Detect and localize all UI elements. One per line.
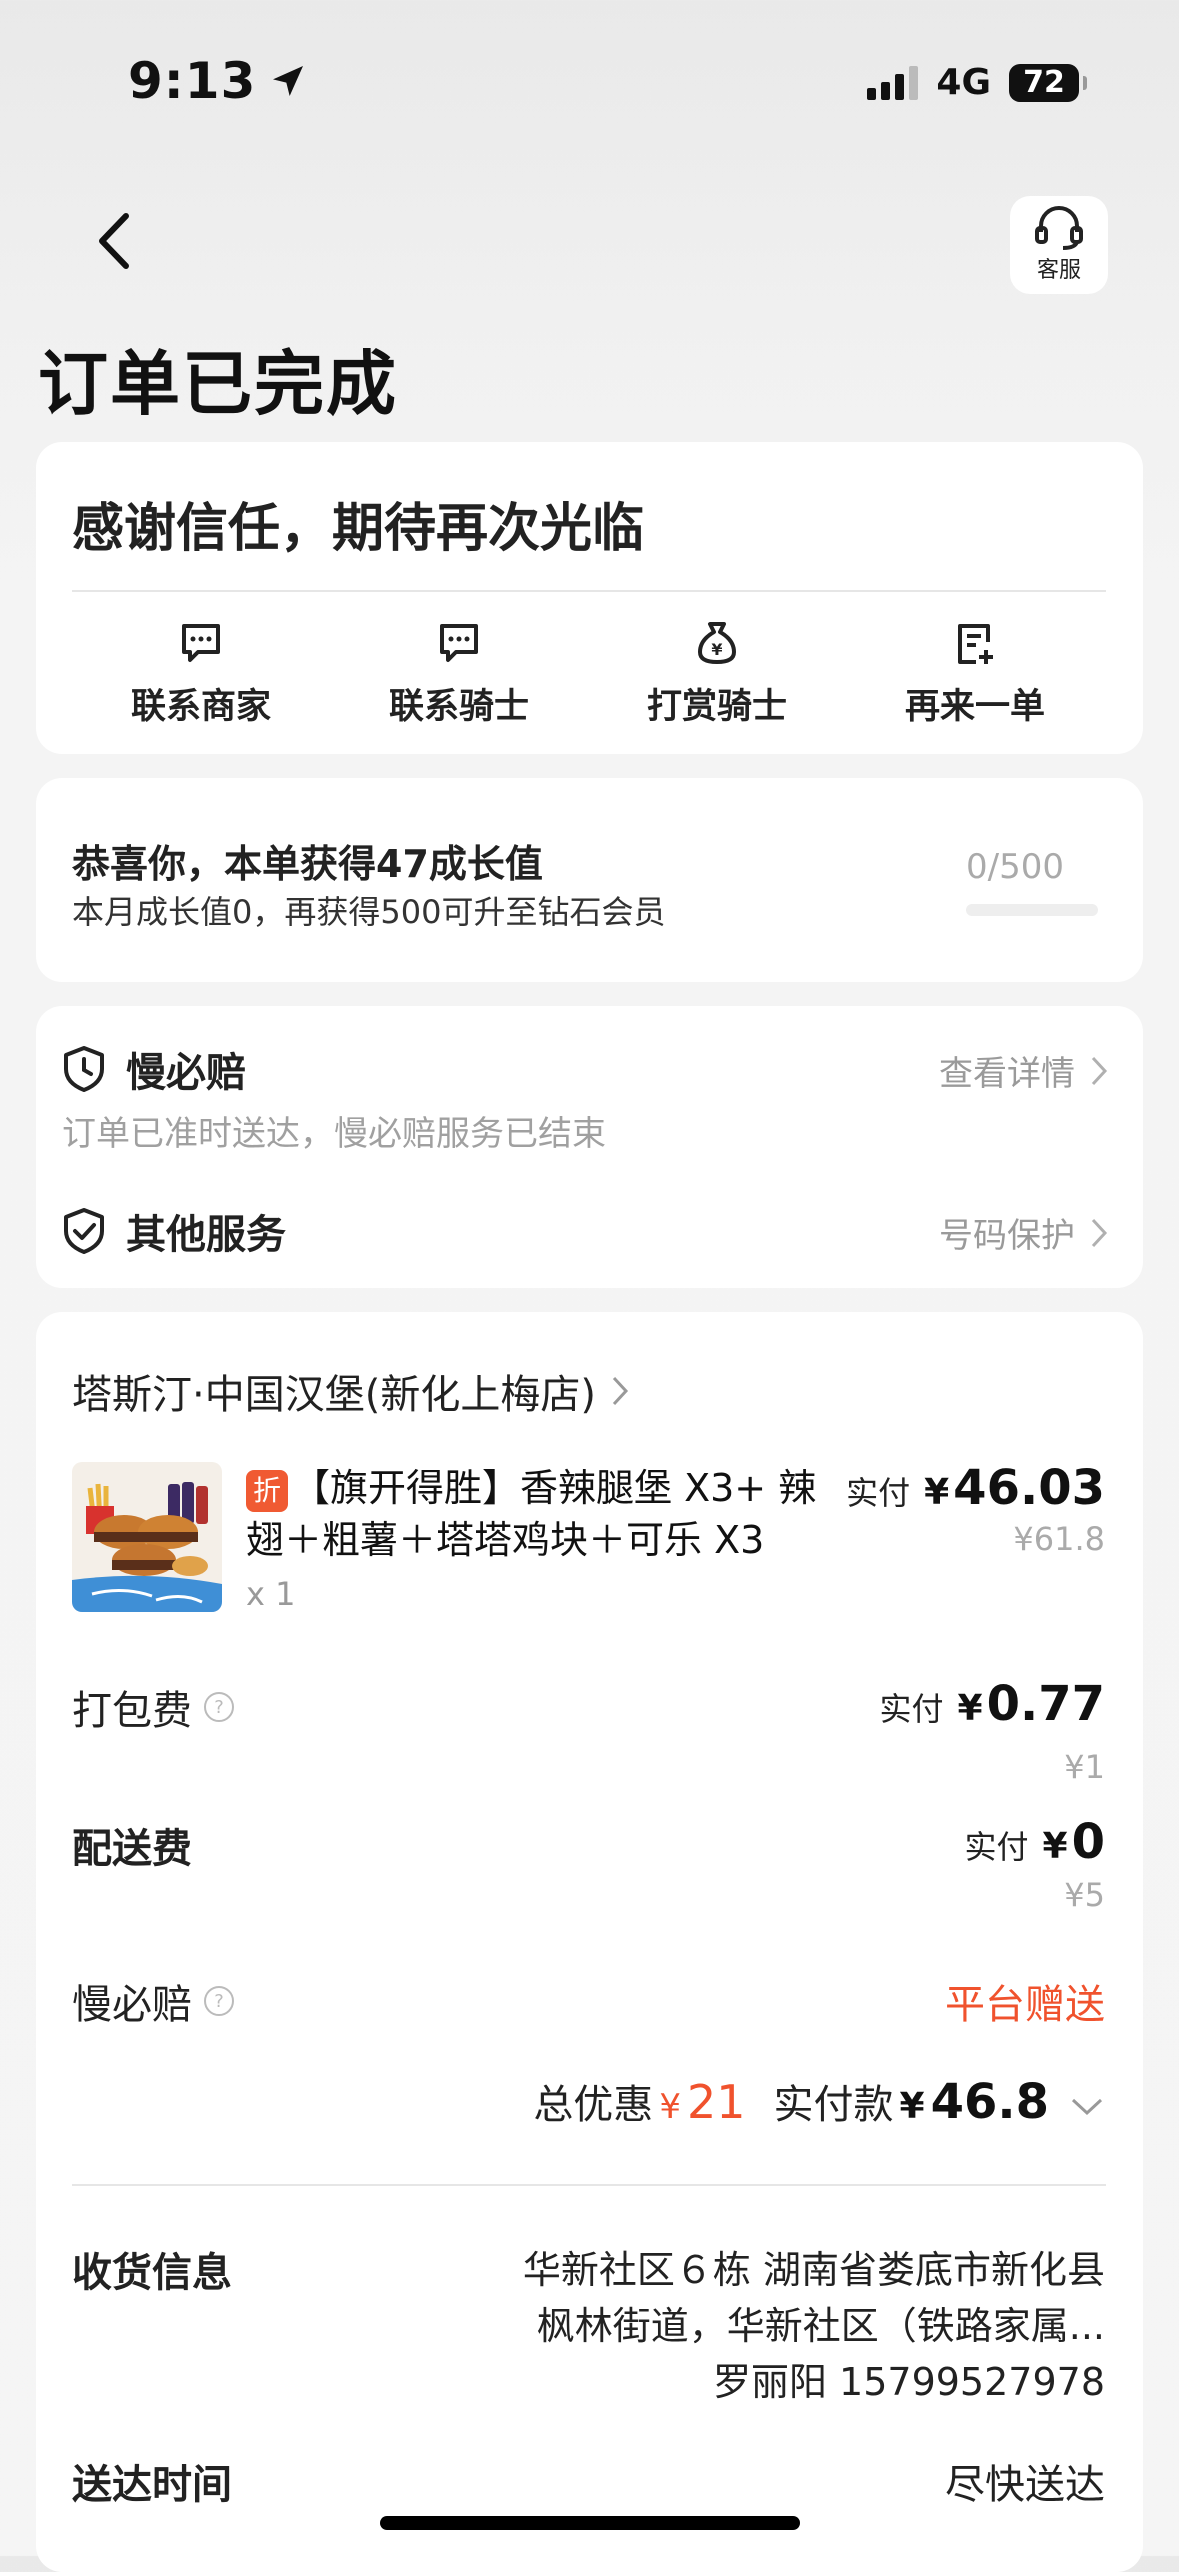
battery-icon: 72: [1009, 63, 1087, 102]
store-link[interactable]: 塔斯汀·中国汉堡(新化上梅店): [72, 1362, 630, 1420]
total-paid-label: 实付款: [773, 2082, 894, 2128]
address-line-1: 华新社区６栋 湖南省娄底市新化县: [522, 2248, 1105, 2292]
page-title: 订单已完成: [38, 343, 398, 425]
time-text: 9:13: [128, 52, 257, 110]
total-discount-label: 总优惠: [533, 2082, 654, 2128]
product-pay-price: 46.03: [953, 1460, 1105, 1516]
slow-compensation-note: 订单已准时送达，慢必赔服务已结束: [62, 1114, 606, 1154]
receiver-address: 华新社区６栋 湖南省娄底市新化县 枫林街道，华新社区（铁路家属... 罗丽阳 1…: [445, 2242, 1105, 2410]
status-time: 9:13: [128, 52, 308, 110]
delivery-time-value: 尽快送达: [945, 2462, 1105, 2508]
action-label: 联系商家: [130, 687, 271, 727]
total-paid-value: 46.8: [930, 2074, 1049, 2130]
currency-symbol: ¥: [1042, 1826, 1068, 1867]
delivery-fee-label: 配送费: [72, 1816, 192, 1874]
home-indicator[interactable]: [380, 2516, 800, 2530]
other-services-title-row: 其他服务: [62, 1202, 286, 1260]
product-quantity: x 1: [246, 1575, 296, 1613]
shield-check-icon: [64, 1208, 104, 1254]
pay-label: 实付: [846, 1474, 911, 1512]
packing-fee-label: 打包费: [72, 1688, 192, 1734]
slow-comp-row-label: 慢必赔 ?: [72, 1972, 234, 2030]
battery-level: 72: [1023, 65, 1065, 100]
pay-label: 实付: [879, 1690, 944, 1728]
packing-fee-label-row: 打包费 ?: [72, 1678, 234, 1736]
help-icon[interactable]: ?: [204, 1692, 234, 1722]
burger-meal-image: [72, 1462, 222, 1612]
packing-fee-price: 实付 ¥ 0.77: [879, 1676, 1105, 1732]
packing-fee-original: ¥1: [1064, 1748, 1105, 1786]
slow-compensation-title-row: 慢必赔: [62, 1040, 246, 1098]
delivery-fee-label-text: 配送费: [72, 1826, 192, 1872]
growth-title: 恭喜你，本单获得47成长值: [72, 842, 543, 886]
reorder-button[interactable]: 再来一单: [860, 620, 1090, 729]
slow-comp-label: 慢必赔: [72, 1982, 192, 2028]
divider: [72, 590, 1106, 592]
receiver-label-text: 收货信息: [72, 2250, 232, 2296]
clock-shield-icon: [64, 1046, 104, 1092]
message-icon: [182, 624, 220, 662]
product-name: 【旗开得胜】香辣腿堡 X3+ 辣翅＋粗薯＋塔塔鸡块＋可乐 X3: [246, 1466, 817, 1562]
delivery-fee-value: 0: [1071, 1814, 1105, 1870]
location-arrow-icon: [273, 66, 304, 96]
receiver-info-label: 收货信息: [72, 2240, 232, 2298]
customer-service-label: 客服: [1036, 258, 1081, 283]
currency-symbol: ¥: [924, 1472, 950, 1513]
contact-merchant-button[interactable]: 联系商家: [86, 620, 316, 729]
receiver-name-phone: 罗丽阳 15799527978: [712, 2360, 1105, 2404]
order-summary[interactable]: 总优惠 ¥ 21 实付款 ¥ 46.8: [533, 2072, 1105, 2130]
signal-icon: [867, 65, 919, 100]
platform-gift: 平台赠送: [945, 1982, 1105, 2028]
chevron-right-icon: [612, 1376, 628, 1406]
other-services-title: 其他服务: [126, 1212, 286, 1258]
divider: [72, 2184, 1106, 2186]
reorder-icon: [958, 624, 993, 664]
help-icon[interactable]: ?: [204, 1986, 234, 2016]
back-button[interactable]: [92, 210, 134, 272]
action-label: 打赏骑士: [646, 687, 787, 727]
discount-tag: 折: [246, 1469, 288, 1512]
details-link-label: 查看详情: [939, 1054, 1075, 1094]
product-price: 实付 ¥ 46.03: [846, 1460, 1105, 1516]
growth-progress-bar: [966, 904, 1098, 916]
number-protection-label: 号码保护: [939, 1216, 1075, 1256]
slow-compensation-details-link[interactable]: 查看详情: [939, 1046, 1109, 1095]
delivery-time-label-text: 送达时间: [72, 2462, 232, 2508]
discount-currency: ¥: [659, 2087, 681, 2127]
message-icon: [440, 624, 478, 662]
packing-fee-value: 0.77: [986, 1676, 1105, 1732]
total-currency: ¥: [899, 2086, 925, 2127]
product-original-price: ¥61.8: [1013, 1520, 1105, 1558]
thanks-message: 感谢信任，期待再次光临: [72, 499, 645, 559]
status-right: 4G 72: [867, 62, 1087, 103]
slow-compensation-title: 慢必赔: [126, 1050, 246, 1096]
product-name-block[interactable]: 折【旗开得胜】香辣腿堡 X3+ 辣翅＋粗薯＋塔塔鸡块＋可乐 X3: [246, 1462, 846, 1566]
action-label: 再来一单: [904, 687, 1045, 727]
address-line-2: 枫林街道，华新社区（铁路家属...: [536, 2304, 1105, 2348]
growth-count: 0/500: [966, 847, 1064, 887]
delivery-time-label: 送达时间: [72, 2452, 232, 2510]
delivery-fee-original: ¥5: [1064, 1876, 1105, 1914]
back-arrow-icon: [99, 213, 129, 269]
contact-rider-button[interactable]: 联系骑士: [344, 620, 574, 729]
svg-text:¥: ¥: [711, 640, 722, 659]
money-bag-icon: ¥: [698, 622, 736, 664]
chevron-right-icon: [1091, 1056, 1108, 1085]
tip-rider-button[interactable]: ¥ 打赏骑士: [602, 620, 832, 729]
product-image[interactable]: [72, 1462, 222, 1612]
network-label: 4G: [936, 62, 991, 103]
delivery-fee-price: 实付 ¥ 0: [965, 1814, 1105, 1870]
pay-label: 实付: [964, 1828, 1029, 1866]
growth-subtitle: 本月成长值0，再获得500可升至钻石会员: [72, 893, 666, 931]
total-discount-value: 21: [686, 2075, 746, 2129]
chevron-down-icon: [1071, 2098, 1103, 2116]
action-label: 联系骑士: [388, 687, 529, 727]
headset-icon: [1035, 206, 1083, 250]
currency-symbol: ¥: [957, 1688, 983, 1729]
customer-service-button[interactable]: 客服: [1010, 196, 1108, 294]
chevron-right-icon: [1091, 1218, 1108, 1247]
number-protection-link[interactable]: 号码保护: [939, 1208, 1109, 1257]
store-name: 塔斯汀·中国汉堡(新化上梅店): [72, 1372, 596, 1418]
